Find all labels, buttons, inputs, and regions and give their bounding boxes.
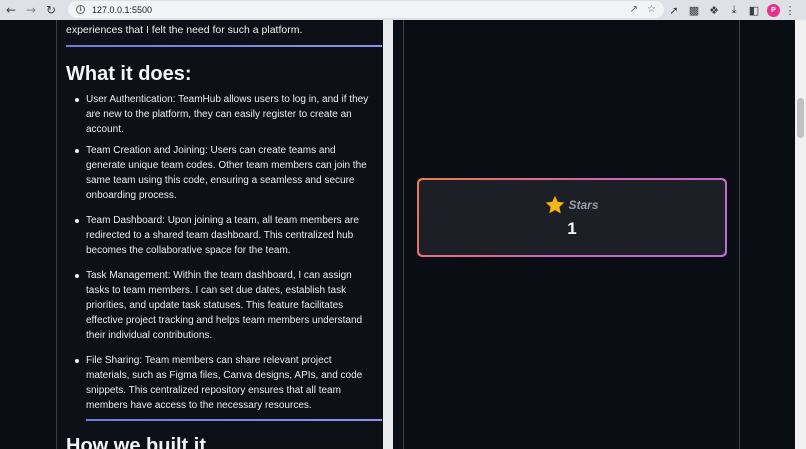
side-panel-icon[interactable]: ◧ [744, 0, 764, 20]
feature-item: File Sharing: Team members can share rel… [75, 353, 376, 413]
site-info-icon[interactable]: i [76, 5, 85, 14]
profile-avatar[interactable]: P [767, 3, 780, 17]
section-divider [66, 45, 382, 47]
extension-rocket-icon[interactable]: ➚ [664, 0, 684, 20]
section-title: What it does: [66, 63, 192, 85]
url-text[interactable]: 127.0.0.1:5500 [92, 5, 152, 15]
page-viewport: experiences that I felt the need for suc… [0, 20, 795, 449]
feature-item: Task Management: Within the team dashboa… [75, 268, 376, 343]
feature-list: User Authentication: TeamHub allows user… [75, 92, 376, 413]
extensions-puzzle-icon[interactable]: ❖ [704, 0, 724, 20]
forward-icon[interactable]: → [22, 0, 40, 20]
feature-item: Team Creation and Joining: Users can cre… [75, 143, 376, 203]
stars-count: 1 [567, 218, 577, 238]
column-divider [383, 20, 393, 449]
extension-app-icon[interactable]: ▩ [684, 0, 704, 20]
star-icon [546, 195, 565, 213]
share-icon[interactable]: ↗ [630, 4, 638, 15]
page-scrollbar[interactable] [795, 20, 806, 449]
section-divider [86, 419, 382, 421]
reload-icon[interactable]: ↻ [42, 0, 60, 20]
browser-toolbar: ← → ↻ i 127.0.0.1:5500 ↗ ☆ ➚ ▩ ❖ ⤓ ◧ P ⋮ [0, 0, 806, 20]
feature-item: User Authentication: TeamHub allows user… [75, 92, 376, 137]
bookmark-star-icon[interactable]: ☆ [647, 4, 656, 15]
intro-text: experiences that I felt the need for suc… [66, 24, 303, 36]
next-section-title: How we built it [66, 435, 206, 449]
back-icon[interactable]: ← [2, 0, 20, 20]
address-bar[interactable]: i 127.0.0.1:5500 ↗ ☆ [68, 1, 664, 18]
stars-card: Stars 1 [417, 178, 727, 257]
download-icon[interactable]: ⤓ [724, 0, 744, 20]
stars-label: Stars [568, 197, 599, 212]
scrollbar-thumb[interactable] [797, 98, 804, 138]
feature-item: Team Dashboard: Upon joining a team, all… [75, 213, 376, 258]
menu-kebab-icon[interactable]: ⋮ [783, 4, 797, 17]
